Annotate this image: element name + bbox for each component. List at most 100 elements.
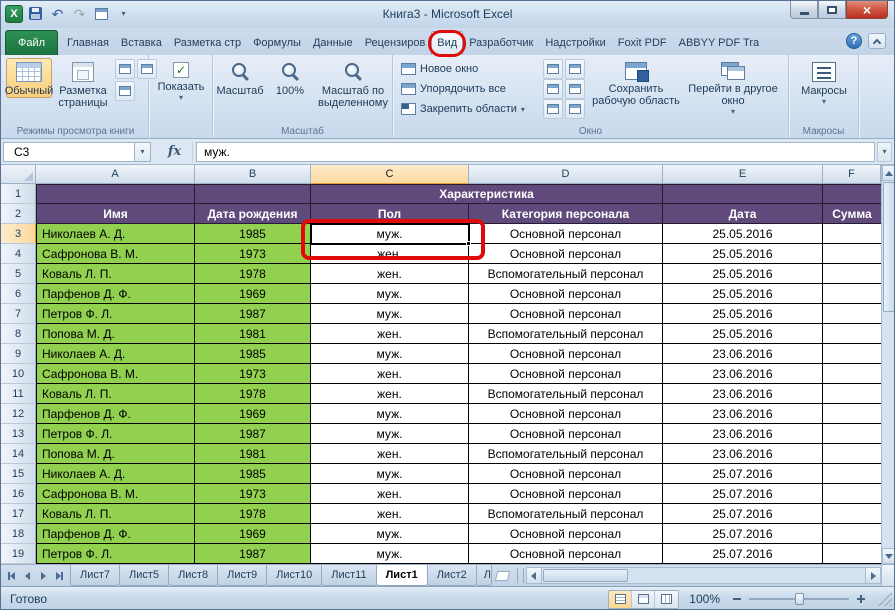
sheet-tab-Лист5[interactable]: Лист5 <box>119 565 169 586</box>
cell-d6[interactable]: Основной персонал <box>469 284 663 304</box>
statusbar-normal-view-button[interactable] <box>609 591 632 608</box>
cell-a6[interactable]: Парфенов Д. Ф. <box>36 284 195 304</box>
header-cell-5[interactable]: Сумма <box>823 204 881 224</box>
cell-f6[interactable] <box>823 284 881 304</box>
column-header-a[interactable]: A <box>36 165 195 184</box>
vertical-scrollbar[interactable] <box>881 165 895 564</box>
cell-f15[interactable] <box>823 464 881 484</box>
row-header-14[interactable]: 14 <box>1 444 36 464</box>
cell-e19[interactable]: 25.07.2016 <box>663 544 823 564</box>
save-button[interactable] <box>26 4 45 23</box>
cell-f11[interactable] <box>823 384 881 404</box>
cell-c8[interactable]: жен. <box>311 324 469 344</box>
cell-f12[interactable] <box>823 404 881 424</box>
cell-f8[interactable] <box>823 324 881 344</box>
cell-b10[interactable]: 1973 <box>195 364 311 384</box>
row-header-4[interactable]: 4 <box>1 244 36 264</box>
cell-b17[interactable]: 1978 <box>195 504 311 524</box>
cell-e17[interactable]: 25.07.2016 <box>663 504 823 524</box>
macros-button[interactable]: Макросы ▾ <box>796 58 852 107</box>
cell-d11[interactable]: Вспомогательный персонал <box>469 384 663 404</box>
cell-b18[interactable]: 1969 <box>195 524 311 544</box>
row-header-12[interactable]: 12 <box>1 404 36 424</box>
cell-e9[interactable]: 23.06.2016 <box>663 344 823 364</box>
help-button[interactable]: ? <box>846 33 862 49</box>
zoom-in-button[interactable] <box>853 591 869 607</box>
cell-c16[interactable]: жен. <box>311 484 469 504</box>
cell-b9[interactable]: 1985 <box>195 344 311 364</box>
cell-a18[interactable]: Парфенов Д. Ф. <box>36 524 195 544</box>
insert-worksheet-button[interactable] <box>491 565 515 586</box>
cell-f18[interactable] <box>823 524 881 544</box>
zoom-slider-thumb[interactable] <box>795 593 804 605</box>
cell-e18[interactable]: 25.07.2016 <box>663 524 823 544</box>
cell-b8[interactable]: 1981 <box>195 324 311 344</box>
row-header-8[interactable]: 8 <box>1 324 36 344</box>
row-header-11[interactable]: 11 <box>1 384 36 404</box>
statusbar-page-break-button[interactable] <box>655 591 678 608</box>
collapse-ribbon-button[interactable] <box>868 33 886 49</box>
zoom-out-button[interactable] <box>729 591 745 607</box>
cell-d8[interactable]: Вспомогательный персонал <box>469 324 663 344</box>
cell-c19[interactable]: муж. <box>311 544 469 564</box>
cell-f7[interactable] <box>823 304 881 324</box>
zoom-level-label[interactable]: 100% <box>688 592 720 606</box>
cell-c12[interactable]: муж. <box>311 404 469 424</box>
cell-a8[interactable]: Попова М. Д. <box>36 324 195 344</box>
cell-a3[interactable]: Николаев А. Д. <box>36 224 195 244</box>
cell-f14[interactable] <box>823 444 881 464</box>
column-header-e[interactable]: E <box>663 165 823 184</box>
cell-c18[interactable]: муж. <box>311 524 469 544</box>
normal-view-button[interactable]: Обычный <box>6 58 52 98</box>
horizontal-scroll-thumb[interactable] <box>543 569 628 582</box>
switch-windows-button[interactable]: Перейти в другое окно ▾ <box>687 58 779 117</box>
cell-f9[interactable] <box>823 344 881 364</box>
cell-e15[interactable]: 25.07.2016 <box>663 464 823 484</box>
row-header-9[interactable]: 9 <box>1 344 36 364</box>
row-header-2[interactable]: 2 <box>1 204 36 224</box>
sheet-tab-Лист9[interactable]: Лист9 <box>217 565 267 586</box>
cell-c15[interactable]: муж. <box>311 464 469 484</box>
next-sheet-button[interactable] <box>36 568 51 584</box>
cell-c17[interactable]: жен. <box>311 504 469 524</box>
cell-f13[interactable] <box>823 424 881 444</box>
cell-f5[interactable] <box>823 264 881 284</box>
row-header-3[interactable]: 3 <box>1 224 36 244</box>
zoom-100-button[interactable]: 100% <box>267 58 313 98</box>
sheet-tab-Лист10[interactable]: Лист10 <box>266 565 322 586</box>
ribbon-tab-Разметка стр[interactable]: Разметка стр <box>168 31 247 55</box>
cell-a14[interactable]: Попова М. Д. <box>36 444 195 464</box>
cell-d15[interactable]: Основной персонал <box>469 464 663 484</box>
name-box[interactable]: C3 <box>3 142 135 162</box>
merged-header-cell[interactable]: Характеристика <box>311 184 663 204</box>
select-all-corner[interactable] <box>1 165 36 184</box>
cell-f16[interactable] <box>823 484 881 504</box>
cell-a13[interactable]: Петров Ф. Л. <box>36 424 195 444</box>
cell-b11[interactable]: 1978 <box>195 384 311 404</box>
tab-splitter[interactable] <box>517 568 524 583</box>
cell-c7[interactable]: муж. <box>311 304 469 324</box>
scroll-down-button[interactable] <box>882 548 895 564</box>
cell-d7[interactable]: Основной персонал <box>469 304 663 324</box>
show-button[interactable]: ✓ Показать ▾ <box>152 58 210 103</box>
new-window-button[interactable]: Новое окно <box>397 59 482 79</box>
prev-sheet-button[interactable] <box>20 568 35 584</box>
cell-d14[interactable]: Вспомогательный персонал <box>469 444 663 464</box>
row-header-6[interactable]: 6 <box>1 284 36 304</box>
header-cell-4[interactable]: Дата <box>663 204 823 224</box>
cell-d17[interactable]: Вспомогательный персонал <box>469 504 663 524</box>
cell-e11[interactable]: 23.06.2016 <box>663 384 823 404</box>
close-button[interactable]: × <box>846 1 888 19</box>
cell-f10[interactable] <box>823 364 881 384</box>
cell-a19[interactable]: Петров Ф. Л. <box>36 544 195 564</box>
sheet-tab-Лист8[interactable]: Лист8 <box>168 565 218 586</box>
cell-e6[interactable]: 25.05.2016 <box>663 284 823 304</box>
excel-logo-icon[interactable]: X <box>5 5 23 23</box>
ribbon-tab-Надстройки[interactable]: Надстройки <box>539 31 611 55</box>
cell-a12[interactable]: Парфенов Д. Ф. <box>36 404 195 424</box>
cell-d16[interactable]: Основной персонал <box>469 484 663 504</box>
minimize-button[interactable] <box>790 1 818 19</box>
cell-a17[interactable]: Коваль Л. П. <box>36 504 195 524</box>
row-header-1[interactable]: 1 <box>1 184 36 204</box>
cell-d3[interactable]: Основной персонал <box>469 224 663 244</box>
